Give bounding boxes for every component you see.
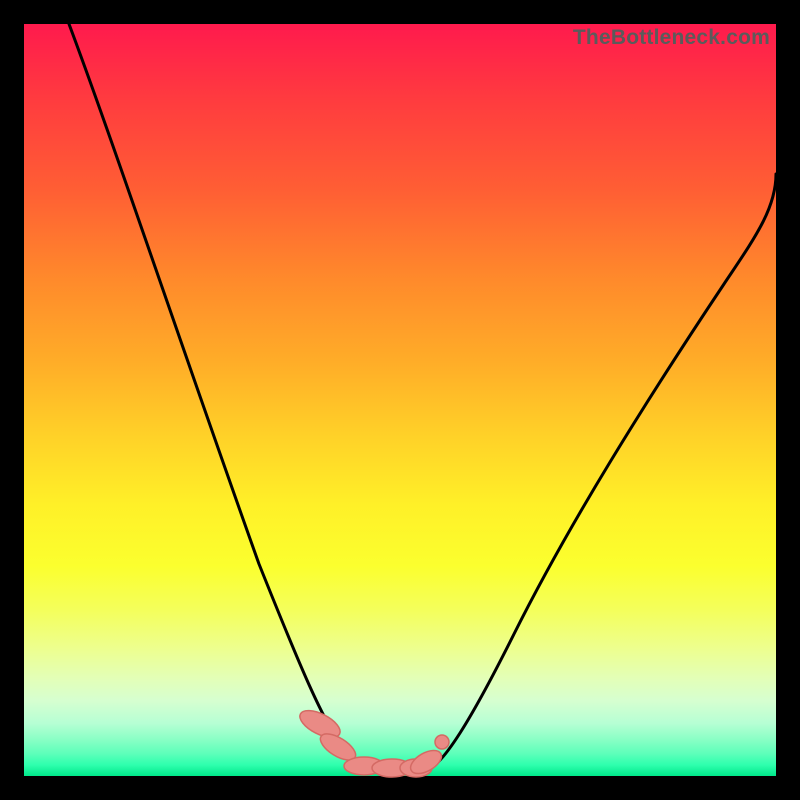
chart-svg [24, 24, 776, 776]
optimal-band-markers [296, 705, 449, 778]
frame: TheBottleneck.com [0, 0, 800, 800]
left-curve [69, 24, 374, 770]
right-curve [429, 174, 776, 769]
